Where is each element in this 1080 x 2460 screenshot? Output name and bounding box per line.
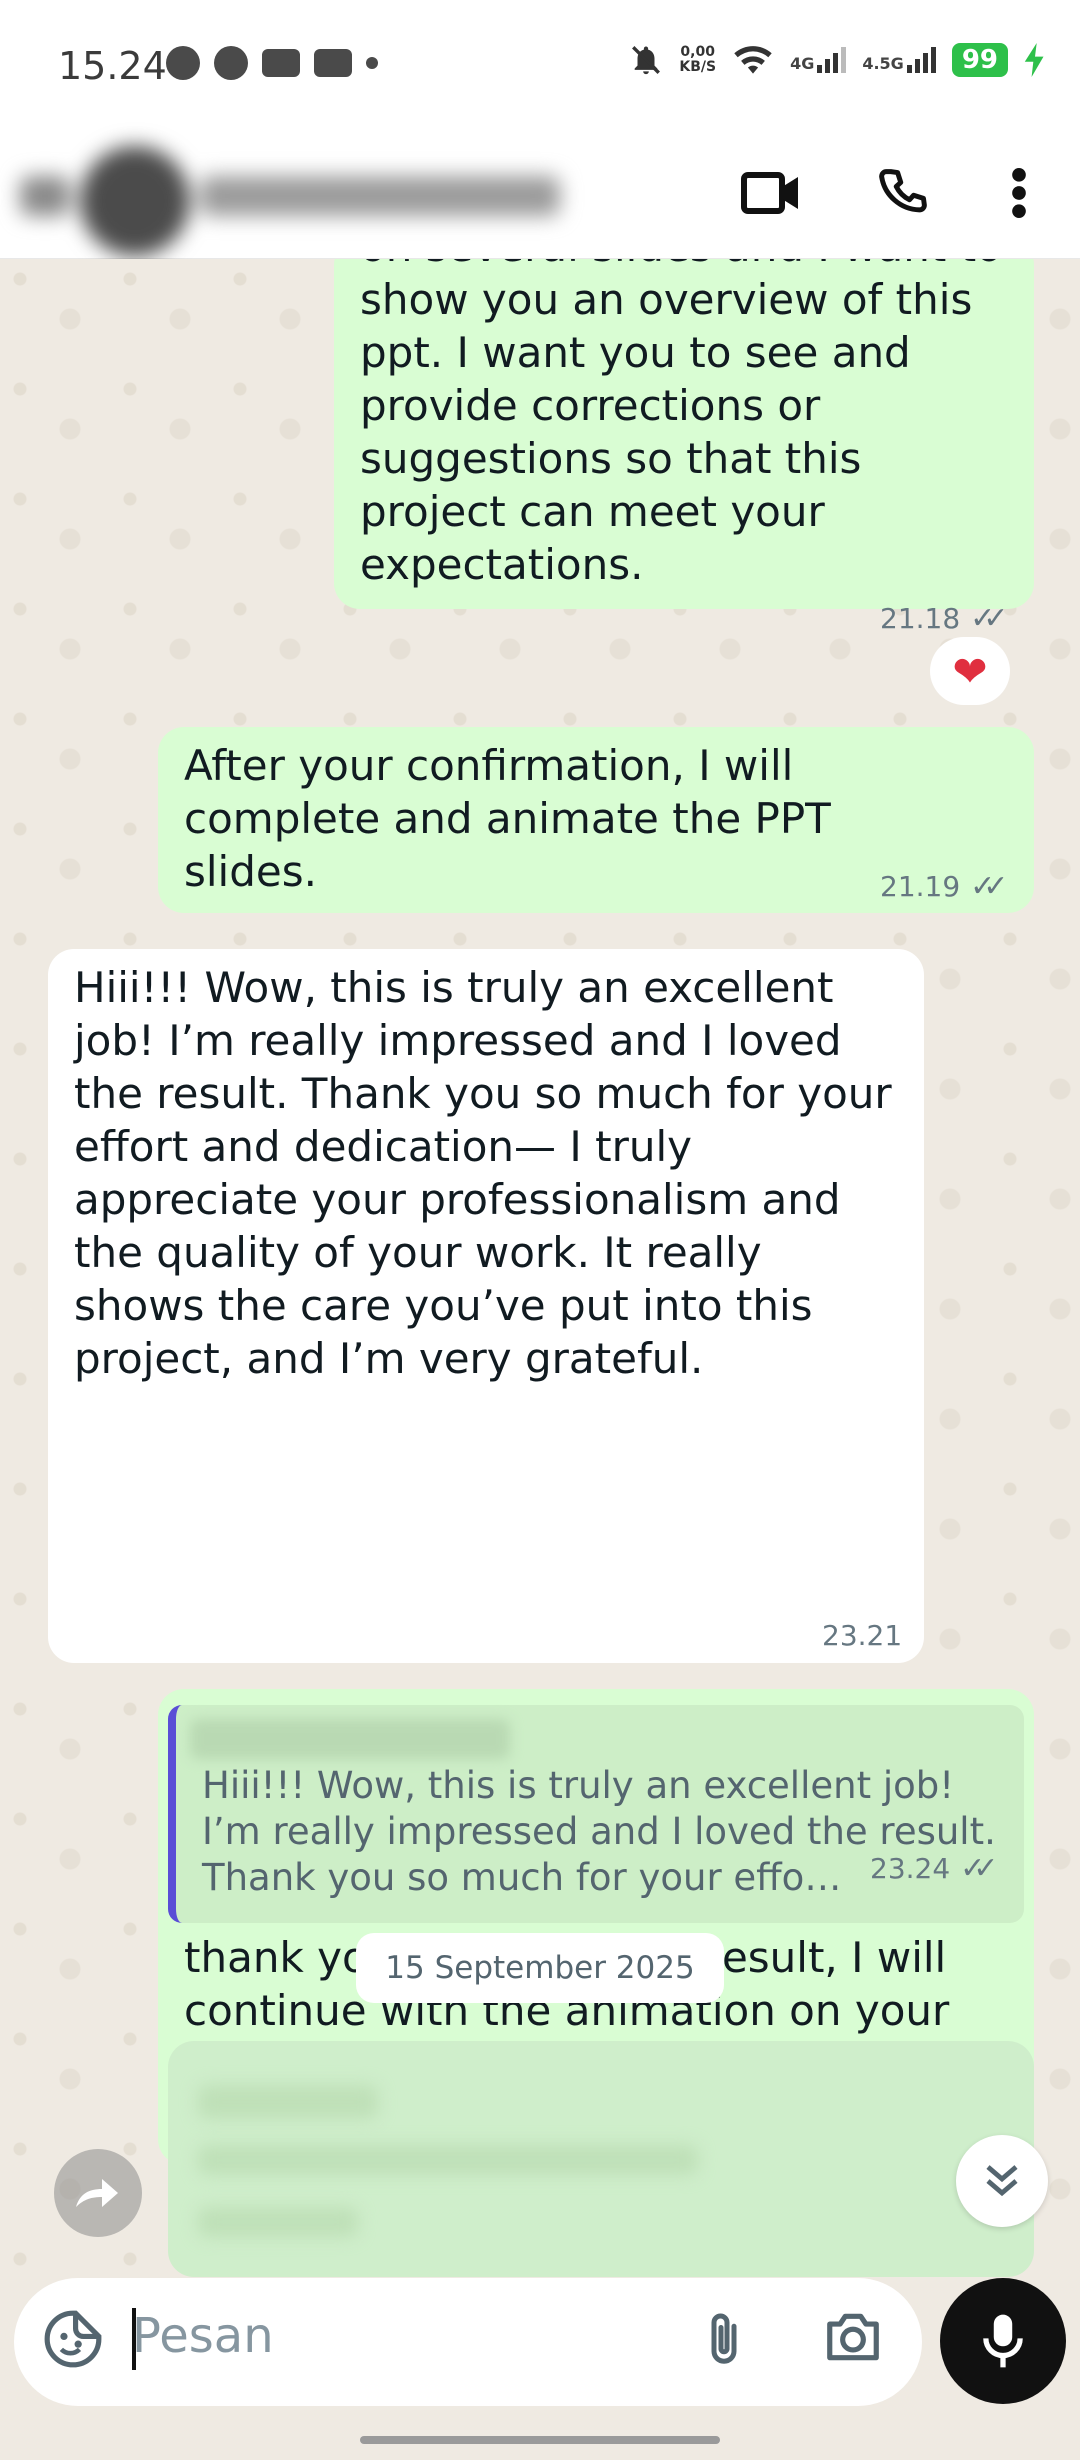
charging-icon: [1024, 43, 1044, 77]
message-input-box[interactable]: Pesan: [14, 2278, 922, 2406]
chat-area[interactable]: on several slides and I want to show you…: [0, 259, 1080, 2279]
voice-call-button[interactable]: [868, 158, 938, 228]
battery-level: 99: [951, 43, 1008, 77]
forward-icon: [76, 2179, 118, 2207]
blurred-line: [198, 2207, 358, 2237]
message-text: Hiii!!! Wow, this is truly an excellent …: [74, 963, 892, 1383]
message-bubble-incoming[interactable]: Hiii!!! Wow, this is truly an excellent …: [48, 949, 924, 1663]
read-ticks-icon: ✓✓: [970, 601, 1008, 636]
wifi-icon: [734, 46, 772, 74]
heart-reaction-icon: ❤: [952, 646, 988, 696]
scroll-down-icon: [986, 2165, 1018, 2197]
camera-icon: [827, 2313, 879, 2361]
back-button-blurred: [20, 176, 70, 216]
more-options-icon: [1012, 168, 1026, 218]
message-time: 23.21: [822, 1619, 903, 1652]
video-call-icon: [741, 172, 798, 214]
avatar: [80, 146, 190, 256]
read-ticks-icon: ✓✓: [960, 1851, 998, 1886]
more-notifications-icon: [366, 57, 378, 69]
date-separator: 15 September 2025: [356, 1933, 724, 2003]
message-meta: 21.18 ✓✓: [880, 601, 1009, 636]
message-meta: 23.21: [822, 1619, 902, 1652]
cast-icon: [262, 49, 300, 77]
sticker-button[interactable]: [42, 2308, 108, 2374]
read-ticks-icon: ✓✓: [970, 869, 1008, 904]
message-meta: 23.24 ✓✓: [870, 1851, 999, 1886]
reaction-badge[interactable]: ❤: [930, 637, 1010, 705]
mute-bell-icon: [632, 46, 661, 75]
quoted-message[interactable]: Hiii!!! Wow, this is truly an excellent …: [168, 1705, 1024, 1923]
more-options-button[interactable]: [984, 158, 1054, 228]
message-time: 23.24: [870, 1852, 951, 1885]
scroll-down-button[interactable]: [956, 2135, 1048, 2227]
message-bubble-outgoing[interactable]: on several slides and I want to show you…: [334, 259, 1034, 609]
forward-button[interactable]: [54, 2149, 142, 2237]
blurred-line: [198, 2085, 378, 2119]
message-placeholder: Pesan: [132, 2308, 274, 2364]
home-gesture-handle[interactable]: [360, 2436, 720, 2444]
navigation-bar: [0, 2420, 1080, 2460]
mic-icon: [983, 2314, 1023, 2368]
status-time: 15.24: [58, 44, 167, 88]
video-call-button[interactable]: [736, 158, 806, 228]
message-text: on several slides and I want to show you…: [360, 259, 1002, 589]
notification-icons: [166, 46, 378, 80]
attach-button[interactable]: [694, 2308, 760, 2374]
net-speed-unit: KB/S: [679, 59, 717, 75]
quoted-sender-blurred: [190, 1719, 510, 1759]
signal-2-label: 4.5G: [862, 54, 904, 73]
message-time: 21.18: [880, 602, 961, 635]
whatsapp-icon: [166, 46, 200, 80]
signal-1: 4G: [790, 47, 847, 73]
blurred-line: [198, 2145, 698, 2175]
signal-1-label: 4G: [790, 54, 815, 73]
chat-header: [0, 130, 1080, 259]
message-bubble-outgoing-blurred[interactable]: [168, 2041, 1034, 2277]
contact-info-blurred[interactable]: [20, 146, 580, 256]
youtube-icon: [314, 49, 352, 77]
signal-2: 4.5G: [862, 47, 936, 73]
sticker-icon: [44, 2310, 102, 2368]
camera-button[interactable]: [822, 2308, 888, 2374]
attach-icon: [711, 2313, 737, 2364]
message-icon: [214, 46, 248, 80]
voice-message-button[interactable]: [940, 2278, 1066, 2404]
message-time: 21.19: [880, 870, 961, 903]
system-icons: 0,00 KB/S 4G 4.5G 99: [629, 42, 1046, 78]
status-bar: 15.24 0,00 KB/S 4G 4.5G 99: [0, 0, 1080, 130]
net-speed-value: 0,00: [680, 44, 715, 60]
voice-call-icon: [879, 169, 927, 213]
message-meta: 21.19 ✓✓: [880, 869, 1009, 904]
contact-name-blurred: [200, 176, 560, 216]
net-speed: 0,00 KB/S: [679, 45, 716, 75]
